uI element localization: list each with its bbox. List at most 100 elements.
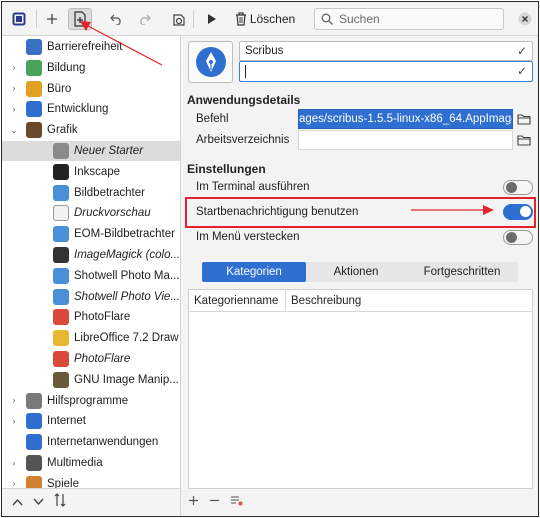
close-button[interactable] [516, 8, 534, 30]
command-field[interactable]: ages/scribus-1.5.5-linux-x86_64.AppImage [298, 109, 513, 129]
eom-icon [53, 226, 69, 243]
tree-item[interactable]: Neuer Starter [2, 141, 180, 161]
tree-item-label: Druckvorschau [74, 207, 151, 220]
revert-button[interactable] [168, 8, 188, 30]
chevron-right-icon[interactable]: › [9, 105, 19, 114]
folder-icon [517, 135, 531, 146]
name-field[interactable]: Scribus ✓ [239, 41, 533, 61]
graphics-icon [26, 122, 42, 139]
utilities-icon [26, 392, 42, 409]
hide-toggle[interactable] [503, 230, 533, 245]
internet-icon [26, 413, 42, 430]
window-menu-button[interactable] [8, 8, 30, 30]
app-icon-button[interactable] [188, 41, 233, 83]
chevron-right-icon[interactable]: › [9, 459, 19, 468]
tree-item[interactable]: › Spiele [2, 474, 180, 488]
chevron-up-icon [12, 498, 23, 506]
imagemagick-icon [53, 247, 69, 263]
add-category-button[interactable] [188, 494, 199, 509]
sort-button[interactable] [54, 493, 66, 510]
tree-item[interactable]: › Internet [2, 411, 180, 431]
tree-item[interactable]: ImageMagick (colo... [2, 245, 181, 265]
launcher-editor: Scribus ✓ ✓ Anwendungsdetails Befehl age… [182, 36, 538, 516]
categories-table[interactable]: Kategorienname Beschreibung [188, 289, 533, 489]
category-tree[interactable]: Barrierefreiheit › Bildung › Büro › Entwicklun… [2, 36, 181, 488]
tree-item[interactable]: PhotoFlare [2, 307, 180, 327]
terminal-toggle[interactable] [503, 180, 533, 195]
tree-toolbar [2, 488, 181, 516]
toggle-knob [506, 232, 517, 243]
tree-item[interactable]: Inkscape [2, 162, 180, 182]
tree-item-label: Bildbetrachter [74, 186, 145, 199]
tree-item[interactable]: Barrierefreiheit [2, 37, 180, 57]
tree-item[interactable]: › Entwicklung [2, 99, 180, 119]
tree-item[interactable]: PhotoFlare [2, 349, 180, 369]
sort-icon [54, 493, 66, 507]
delete-label: Löschen [249, 12, 296, 26]
chevron-right-icon[interactable]: › [9, 417, 19, 426]
check-icon: ✓ [516, 64, 527, 78]
redo-button[interactable] [134, 8, 154, 30]
tree-item[interactable]: Druckvorschau [2, 203, 180, 223]
new-menu-button[interactable] [42, 8, 62, 30]
tree-item-label: Hilfsprogramme [47, 394, 129, 407]
notify-label: Startbenachrichtigung benutzen [196, 206, 359, 218]
tree-item[interactable]: Internetanwendungen [2, 432, 180, 452]
toggle-knob [520, 206, 531, 217]
tree-item-label: Shotwell Photo Ma... [74, 269, 180, 282]
chevron-right-icon[interactable]: › [9, 63, 19, 72]
delete-button[interactable]: Löschen [234, 8, 296, 30]
chevron-right-icon[interactable]: › [9, 479, 19, 488]
move-down-button[interactable] [33, 495, 44, 509]
tree-item[interactable]: LibreOffice 7.2 Draw [2, 328, 180, 348]
notify-toggle[interactable] [503, 204, 533, 220]
tree-item[interactable]: Shotwell Photo Vie... [2, 287, 180, 307]
tab-advanced[interactable]: Fortgeschritten [406, 262, 518, 282]
internet-apps-icon [26, 434, 42, 451]
tree-item-label: Entwicklung [47, 103, 109, 116]
undo-button[interactable] [106, 8, 126, 30]
development-icon [26, 101, 42, 118]
chevron-down-icon[interactable]: ⌄ [9, 126, 19, 135]
column-header-description[interactable]: Beschreibung [285, 290, 532, 312]
tree-item[interactable]: ⌄ Grafik [2, 120, 180, 140]
tree-item[interactable]: › Büro [2, 79, 180, 99]
tab-actions[interactable]: Aktionen [306, 262, 406, 282]
tree-item[interactable]: GNU Image Manip... [2, 370, 180, 390]
remove-category-button[interactable] [209, 494, 220, 509]
tree-item[interactable]: Shotwell Photo Ma... [2, 266, 180, 286]
tree-item[interactable]: › Bildung [2, 58, 180, 78]
workdir-field[interactable] [298, 130, 513, 150]
browse-command-button[interactable] [515, 110, 533, 128]
minus-icon [210, 499, 219, 501]
print-preview-icon [53, 205, 69, 222]
table-header: Kategorienname Beschreibung [189, 290, 532, 312]
tree-item-label: PhotoFlare [74, 311, 131, 324]
run-button[interactable] [202, 8, 222, 30]
play-icon [208, 14, 216, 24]
chevron-right-icon[interactable]: › [9, 396, 19, 405]
column-header-category[interactable]: Kategorienname [189, 290, 285, 312]
tree-item-label: Neuer Starter [74, 145, 144, 157]
tab-categories[interactable]: Kategorien [202, 262, 306, 282]
tree-item-label: ImageMagick (colo... [74, 249, 181, 261]
tree-item[interactable]: › Multimedia [2, 453, 180, 473]
tree-item-label: PhotoFlare [74, 353, 131, 365]
check-icon: ✓ [516, 44, 527, 58]
table-toolbar [188, 491, 243, 511]
command-label: Befehl [196, 113, 229, 125]
browse-workdir-button[interactable] [515, 131, 533, 149]
chevron-right-icon[interactable]: › [9, 84, 19, 93]
details-title: Anwendungsdetails [187, 93, 301, 107]
workdir-label: Arbeitsverzeichnis [196, 134, 290, 146]
comment-field[interactable]: ✓ [239, 61, 533, 82]
chevron-down-icon [33, 498, 44, 506]
tree-item[interactable]: › Hilfsprogramme [2, 391, 180, 411]
new-launcher-button[interactable] [68, 8, 92, 30]
tree-item[interactable]: Bildbetrachter [2, 183, 180, 203]
tree-item-label: Spiele [47, 477, 79, 488]
clear-categories-button[interactable] [230, 494, 243, 509]
tree-item[interactable]: EOM-Bildbetrachter [2, 224, 180, 244]
move-up-button[interactable] [12, 495, 23, 509]
search-input[interactable]: Suchen [314, 8, 504, 30]
